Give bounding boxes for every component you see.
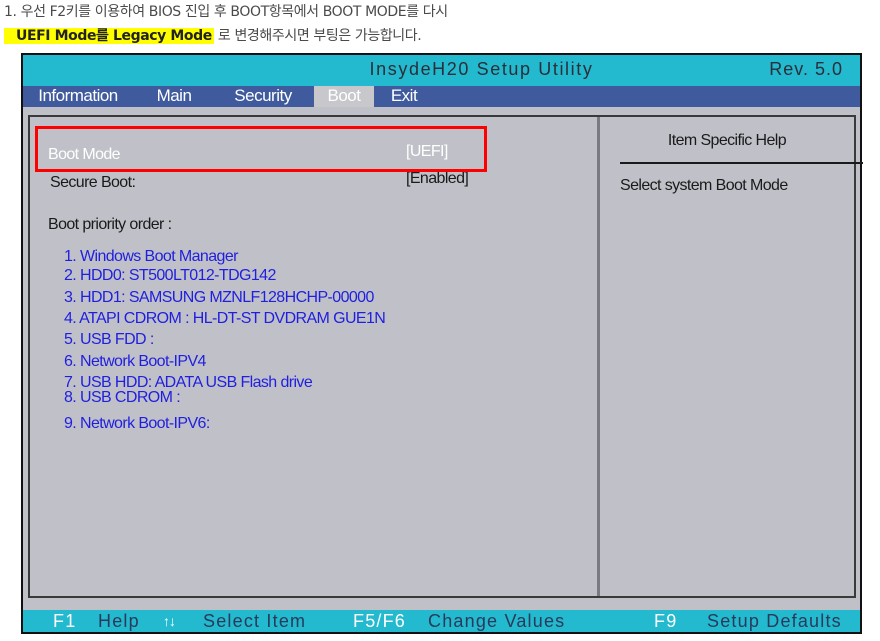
tab-boot[interactable]: Boot <box>314 86 374 107</box>
instruction-line-1: 1. 우선 F2키를 이용하여 BIOS 진입 후 BOOT항목에서 BOOT … <box>4 4 448 20</box>
bios-content-area: Boot Mode [UEFI] Secure Boot: [Enabled] … <box>28 115 863 598</box>
bios-title-bar: InsydeH20 Setup Utility Rev. 5.0 <box>23 55 860 86</box>
tab-main[interactable]: Main <box>149 86 199 107</box>
boot-priority-item[interactable]: 8. USB CDROM : <box>64 389 181 407</box>
setup-defaults-hint: Setup Defaults <box>707 611 842 631</box>
bios-title: InsydeH20 Setup Utility <box>369 59 594 79</box>
boot-mode-value[interactable]: [UEFI] <box>406 143 448 161</box>
f9-key: F9 <box>654 611 678 631</box>
boot-mode-label[interactable]: Boot Mode <box>48 146 121 164</box>
boot-priority-item[interactable]: 9. Network Boot-IPV6: <box>64 415 210 433</box>
help-hint: Help <box>98 611 140 631</box>
tab-exit[interactable]: Exit <box>379 86 429 107</box>
help-title: Item Specific Help <box>667 132 787 149</box>
select-item-hint: Select Item <box>203 611 307 631</box>
boot-priority-item[interactable]: 2. HDD0: ST500LT012-TDG142 <box>64 267 276 285</box>
bios-footer: F1 Help ↑↓ Select Item F5/F6 Change Valu… <box>23 610 860 632</box>
bios-setup-screen: InsydeH20 Setup Utility Rev. 5.0 Informa… <box>21 53 863 634</box>
secure-boot-label[interactable]: Secure Boot: <box>50 174 136 192</box>
secure-boot-value[interactable]: [Enabled] <box>406 170 469 188</box>
help-panel: Item Specific Help Select system Boot Mo… <box>600 117 863 596</box>
boot-priority-title: Boot priority order : <box>48 216 172 233</box>
instruction-highlight: UEFI Mode를 Legacy Mode <box>4 28 214 44</box>
boot-priority-item[interactable]: 6. Network Boot-IPV4 <box>64 353 206 371</box>
instruction-line-2: UEFI Mode를 Legacy Mode 로 변경해주시면 부팅은 가능합니… <box>4 25 422 45</box>
up-down-arrows-icon: ↑↓ <box>163 613 176 629</box>
bios-revision: Rev. 5.0 <box>769 59 843 79</box>
change-values-hint: Change Values <box>428 611 566 631</box>
settings-panel: Boot Mode [UEFI] Secure Boot: [Enabled] … <box>30 117 597 596</box>
bios-menu-bar: Information Main Security Boot Exit <box>23 86 860 107</box>
tab-information[interactable]: Information <box>28 86 128 107</box>
boot-priority-item[interactable]: 5. USB FDD : <box>64 331 154 349</box>
boot-priority-item[interactable]: 3. HDD1: SAMSUNG MZNLF128HCHP-00000 <box>64 289 374 307</box>
instruction-rest: 로 변경해주시면 부팅은 가능합니다. <box>213 28 422 44</box>
f5-f6-key: F5/F6 <box>353 611 407 631</box>
boot-priority-item[interactable]: 4. ATAPI CDROM : HL-DT-ST DVDRAM GUE1N <box>64 310 386 328</box>
help-text: Select system Boot Mode <box>620 177 788 194</box>
boot-priority-item[interactable]: 1. Windows Boot Manager <box>64 248 238 266</box>
help-divider <box>620 162 863 164</box>
tab-security[interactable]: Security <box>223 86 303 107</box>
f1-key: F1 <box>53 611 77 631</box>
